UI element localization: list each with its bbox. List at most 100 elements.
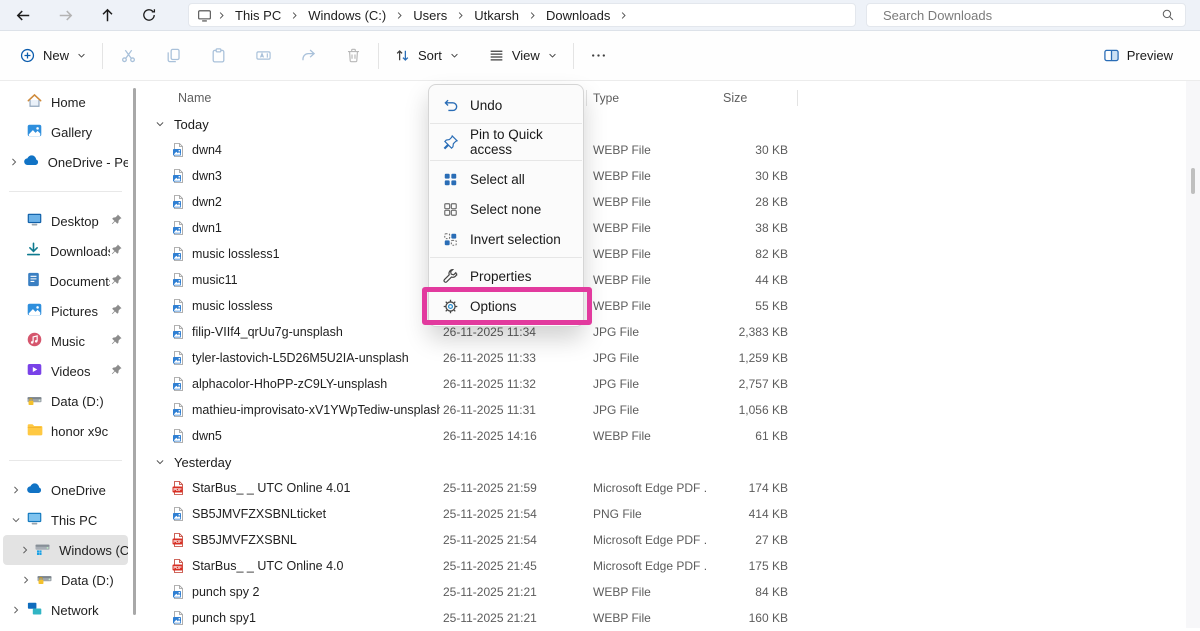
expand-chevron[interactable] (8, 605, 24, 615)
file-row[interactable]: music lossless WEBP File 55 KB (135, 293, 1186, 319)
file-type: Microsoft Edge PDF ... (590, 533, 708, 547)
rename-button[interactable] (244, 39, 282, 73)
file-row[interactable]: PDFStarBus_ _ UTC Online 4.0 25-11-2025 … (135, 553, 1186, 579)
see-more-button[interactable] (580, 39, 618, 73)
forward-button[interactable] (56, 6, 74, 24)
breadcrumb-segment-downloads[interactable]: Downloads (540, 7, 616, 24)
pin-filled-icon (110, 303, 123, 316)
file-type: WEBP File (590, 169, 708, 183)
new-button[interactable]: New (10, 39, 96, 73)
preview-pane-icon (1103, 47, 1120, 64)
search-box[interactable] (866, 3, 1186, 27)
address-bar[interactable]: This PC Windows (C:) Users Utkarsh Downloads (188, 3, 856, 27)
sidebar-item-data-d[interactable]: Data (D:) (3, 565, 128, 595)
group-header-today[interactable]: Today (135, 111, 1186, 137)
select-none-icon (442, 201, 459, 218)
breadcrumb-segment-utkarsh[interactable]: Utkarsh (468, 7, 525, 24)
delete-button[interactable] (334, 39, 372, 73)
menu-item-invert-selection[interactable]: Invert selection (429, 224, 583, 254)
expand-chevron[interactable] (8, 157, 21, 167)
sidebar-item-onedrive[interactable]: OneDrive (3, 475, 128, 505)
sidebar-scrollbar[interactable] (133, 88, 136, 615)
sidebar-item-onedrive-perso[interactable]: OneDrive - Perso (3, 147, 128, 177)
sidebar-item-music[interactable]: Music (3, 326, 128, 356)
menu-item-label: Properties (470, 269, 532, 284)
sidebar-item-downloads[interactable]: Downloads (3, 236, 128, 266)
file-type: Microsoft Edge PDF ... (590, 559, 708, 573)
scrollbar-thumb[interactable] (1191, 168, 1195, 194)
column-divider[interactable] (797, 90, 798, 106)
breadcrumb-segment-windows-c[interactable]: Windows (C:) (302, 7, 392, 24)
menu-item-label: Invert selection (470, 232, 561, 247)
file-row[interactable]: dwn3 WEBP File 30 KB (135, 163, 1186, 189)
column-header-type[interactable]: Type (590, 91, 708, 105)
sidebar-item-gallery[interactable]: Gallery (3, 117, 128, 147)
file-date-modified: 25-11-2025 21:59 (440, 481, 590, 495)
paste-button[interactable] (199, 39, 237, 73)
view-button[interactable]: View (479, 39, 567, 73)
sidebar-item-windows-c[interactable]: Windows (C:) (3, 535, 128, 565)
file-row[interactable]: SB5JMVFZXSBNLticket 25-11-2025 21:54 PNG… (135, 501, 1186, 527)
file-type: Microsoft Edge PDF ... (590, 481, 708, 495)
sidebar-item-desktop[interactable]: Desktop (3, 206, 128, 236)
group-header-yesterday[interactable]: Yesterday (135, 449, 1186, 475)
group-collapse-chevron[interactable] (155, 457, 167, 467)
menu-item-options[interactable]: Options (429, 291, 583, 321)
sidebar-item-network[interactable]: Network (3, 595, 128, 625)
share-button[interactable] (289, 39, 327, 73)
sidebar-item-honor-x9c[interactable]: honor x9c (3, 416, 128, 446)
file-row[interactable]: PDFSB5JMVFZXSBNL 25-11-2025 21:54 Micros… (135, 527, 1186, 553)
refresh-icon (141, 7, 157, 23)
column-divider[interactable] (586, 90, 587, 106)
file-row[interactable]: mathieu-improvisato-xV1YWpTediw-unsplash… (135, 397, 1186, 423)
expand-chevron[interactable] (18, 545, 32, 555)
file-row[interactable]: alphacolor-HhoPP-zC9LY-unsplash 26-11-20… (135, 371, 1186, 397)
expand-chevron[interactable] (8, 515, 24, 525)
sidebar-item-videos[interactable]: Videos (3, 356, 128, 386)
paste-icon (210, 47, 227, 64)
refresh-button[interactable] (140, 6, 158, 24)
file-rows: Today dwn4 WEBP File 30 KB dwn3 WEBP Fil… (135, 111, 1186, 631)
sidebar-item-home[interactable]: Home (3, 87, 128, 117)
file-row[interactable]: music11 WEBP File 44 KB (135, 267, 1186, 293)
file-row[interactable]: dwn4 WEBP File 30 KB (135, 137, 1186, 163)
column-header-name[interactable]: Name (135, 91, 440, 105)
file-type: WEBP File (590, 195, 708, 209)
file-row[interactable]: tyler-lastovich-L5D26M5U2IA-unsplash 26-… (135, 345, 1186, 371)
menu-item-select-all[interactable]: Select all (429, 164, 583, 194)
column-header-size[interactable]: Size (708, 91, 788, 105)
file-row[interactable]: dwn1 WEBP File 38 KB (135, 215, 1186, 241)
menu-item-undo[interactable]: Undo (429, 90, 583, 120)
file-row[interactable]: punch spy 2 25-11-2025 21:21 WEBP File 8… (135, 579, 1186, 605)
file-row[interactable]: music lossless1 WEBP File 82 KB (135, 241, 1186, 267)
file-row[interactable]: punch spy1 25-11-2025 21:21 WEBP File 16… (135, 605, 1186, 631)
breadcrumb-segment-users[interactable]: Users (407, 7, 453, 24)
sidebar-item-data-d[interactable]: Data (D:) (3, 386, 128, 416)
breadcrumb-segment-this-pc[interactable]: This PC (229, 7, 287, 24)
preview-button[interactable]: Preview (1094, 39, 1182, 73)
group-collapse-chevron[interactable] (155, 119, 167, 129)
up-button[interactable] (98, 6, 116, 24)
file-row[interactable]: dwn2 WEBP File 28 KB (135, 189, 1186, 215)
cut-button[interactable] (109, 39, 147, 73)
file-row[interactable]: dwn5 26-11-2025 14:16 WEBP File 61 KB (135, 423, 1186, 449)
chevron-down-icon (547, 50, 558, 61)
search-input[interactable] (881, 7, 1161, 24)
expand-chevron[interactable] (18, 575, 34, 585)
sidebar-item-documents[interactable]: Documents (3, 266, 128, 296)
preview-button-label: Preview (1127, 48, 1173, 63)
file-row[interactable]: PDFStarBus_ _ UTC Online 4.01 25-11-2025… (135, 475, 1186, 501)
image-file-icon (170, 194, 186, 210)
sidebar-item-pictures[interactable]: Pictures (3, 296, 128, 326)
menu-item-select-none[interactable]: Select none (429, 194, 583, 224)
sort-button[interactable]: Sort (385, 39, 469, 73)
onedrive-icon (23, 152, 40, 169)
sidebar-item-label: honor x9c (51, 424, 108, 439)
sidebar-item-this-pc[interactable]: This PC (3, 505, 128, 535)
copy-button[interactable] (154, 39, 192, 73)
menu-item-pin-to-quick-access[interactable]: Pin to Quick access (429, 127, 583, 157)
back-button[interactable] (14, 6, 32, 24)
expand-chevron[interactable] (8, 485, 24, 495)
file-row[interactable]: filip-VIIf4_qrUu7g-unsplash 26-11-2025 1… (135, 319, 1186, 345)
menu-item-properties[interactable]: Properties (429, 261, 583, 291)
